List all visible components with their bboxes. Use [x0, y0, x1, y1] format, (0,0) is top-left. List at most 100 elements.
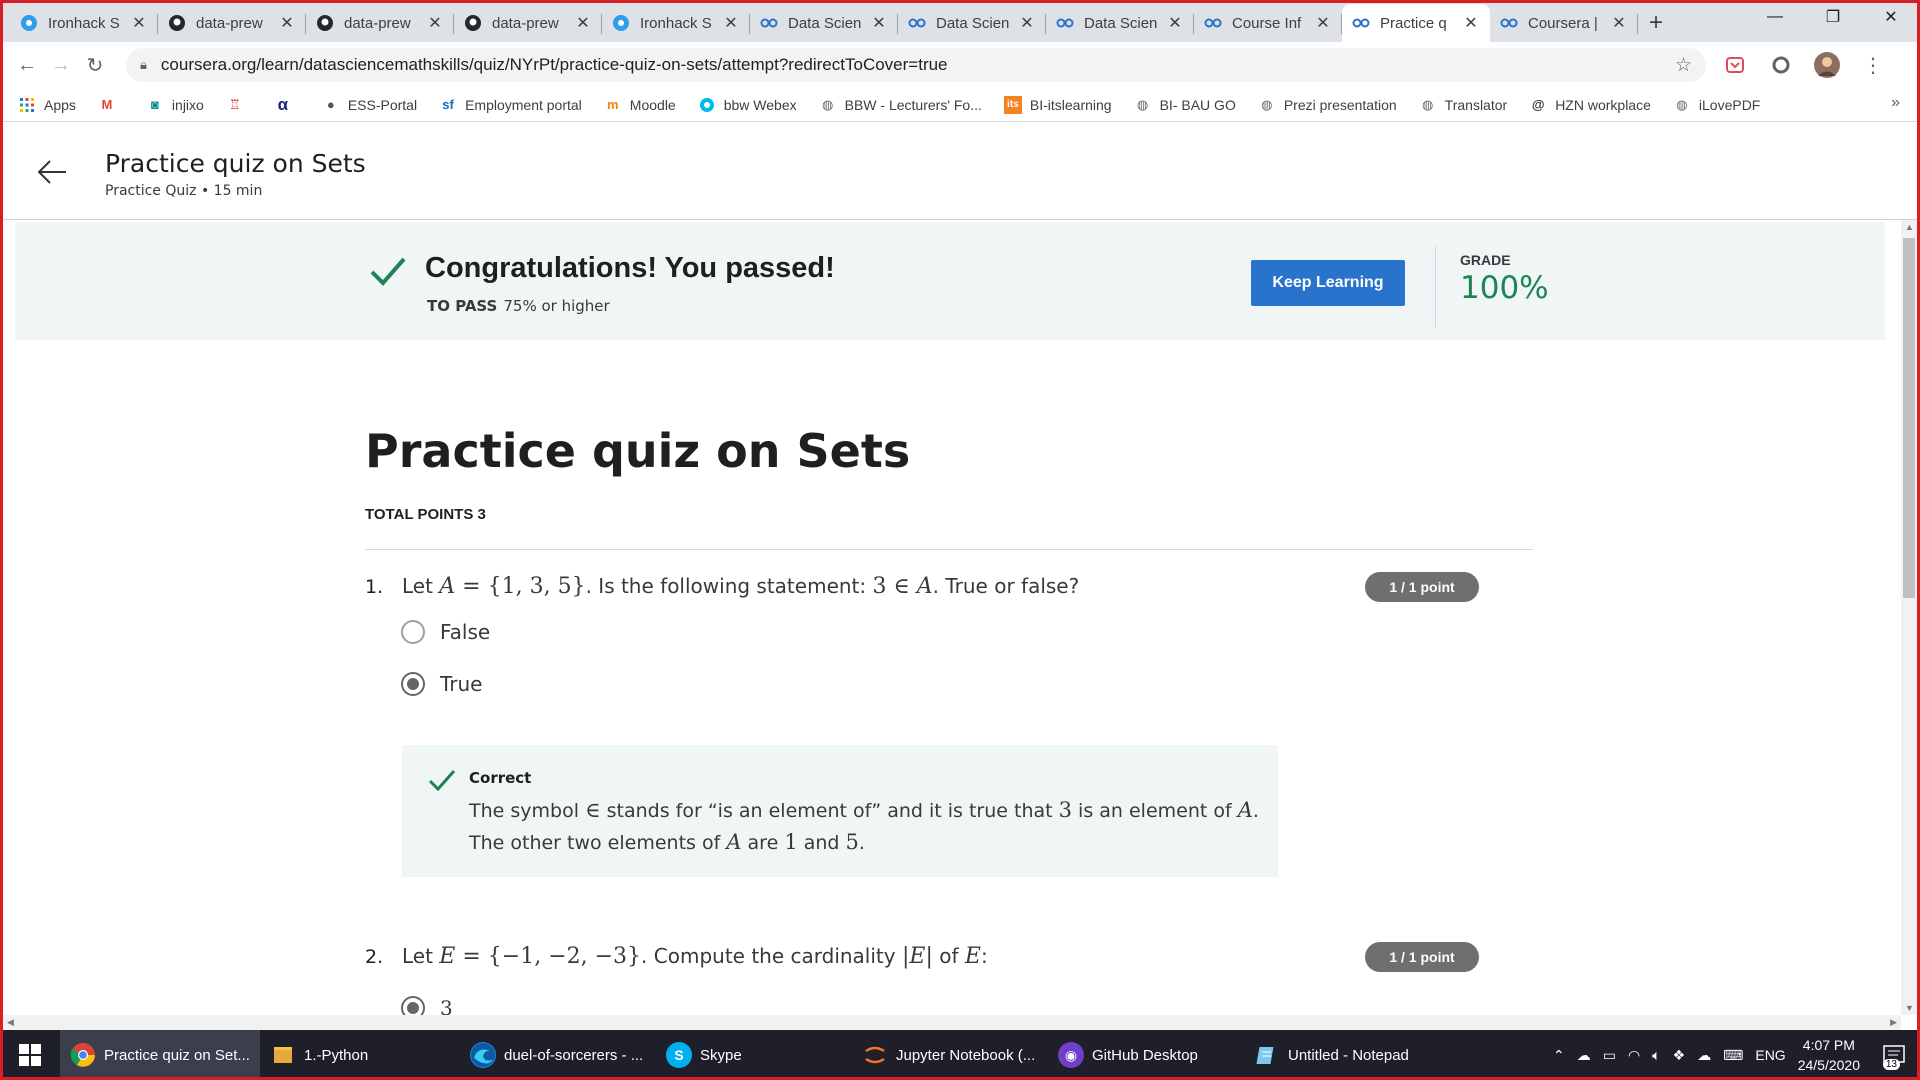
close-icon[interactable]: ✕ [1314, 13, 1332, 33]
dropbox-icon[interactable]: ❖ [1673, 1047, 1686, 1064]
bookmark-bbw-lecturers[interactable]: ◍ BBW - Lecturers' Fo... [819, 96, 982, 114]
taskbar-github-desktop[interactable]: ◉ GitHub Desktop [1048, 1030, 1244, 1080]
back-icon[interactable]: ← [10, 48, 44, 82]
restore-icon[interactable]: ❐ [1804, 0, 1862, 34]
vertical-scrollbar[interactable]: ▲ ▼ [1901, 220, 1917, 1015]
question-number: 2. [365, 946, 384, 968]
taskbar-notepad[interactable]: Untitled - Notepad [1244, 1030, 1440, 1080]
scroll-right-icon[interactable]: ▶ [1890, 1017, 1897, 1028]
avatar[interactable] [1810, 48, 1844, 82]
bookmark-bi-bau-go[interactable]: ◍ BI- BAU GO [1134, 96, 1236, 114]
scroll-down-icon[interactable]: ▼ [1905, 1003, 1914, 1013]
bookmark-webex[interactable]: bbw Webex [698, 96, 797, 114]
taskbar-folder[interactable]: 1.-Python [260, 1030, 460, 1080]
radio-button-selected[interactable] [401, 672, 425, 696]
bookmark-label: bbw Webex [723, 96, 797, 113]
checkmark-icon [370, 256, 406, 291]
close-icon[interactable]: ✕ [1018, 13, 1036, 33]
bookmark-injixo[interactable]: ◙ injixo [146, 96, 204, 114]
tab[interactable]: Ironhack S ✕ [602, 4, 750, 42]
tab[interactable]: data-prew ✕ [306, 4, 454, 42]
bookmark-moodle[interactable]: m Moodle [604, 96, 676, 114]
tab[interactable]: data-prew ✕ [454, 4, 602, 42]
pocket-extension-icon[interactable] [1718, 48, 1752, 82]
tab[interactable]: Course Inf ✕ [1194, 4, 1342, 42]
notifications-icon[interactable]: 13 [1880, 1040, 1910, 1070]
option-partial[interactable]: 3 [401, 996, 453, 1015]
close-icon[interactable]: ✕ [574, 13, 592, 33]
address-bar[interactable]: 🔒︎ coursera.org/learn/datasciencemathski… [126, 48, 1706, 82]
scroll-left-icon[interactable]: ◀ [7, 1017, 14, 1028]
q-text: . True or false? [932, 574, 1080, 598]
chevron-up-icon[interactable]: ⌃ [1553, 1047, 1565, 1064]
cloud-upload-icon[interactable]: ☁ [1697, 1047, 1711, 1064]
close-icon[interactable]: ✕ [130, 13, 148, 33]
bookmark-star-icon[interactable]: ☆ [1675, 54, 1692, 77]
bookmark-ess-portal[interactable]: ● ESS-Portal [322, 96, 417, 114]
tab-active[interactable]: Practice q ✕ [1342, 4, 1490, 42]
fb-text: The symbol [469, 800, 586, 822]
bookmark-sparkasse[interactable]: ♖ [226, 96, 252, 114]
fb-text: are [741, 832, 785, 854]
wifi-icon[interactable]: ◠ [1628, 1047, 1640, 1064]
menu-icon[interactable]: ⋮ [1856, 48, 1890, 82]
tab[interactable]: Data Scien ✕ [1046, 4, 1194, 42]
bookmark-gmail[interactable]: M [98, 96, 124, 114]
radio-button-selected[interactable] [401, 996, 425, 1015]
language-indicator[interactable]: ENG [1755, 1047, 1785, 1063]
fb-text: . [1252, 800, 1259, 822]
radio-button[interactable] [401, 620, 425, 644]
clock[interactable]: 4:07 PM 24/5/2020 [1798, 1035, 1860, 1075]
close-icon[interactable]: ✕ [1166, 13, 1184, 33]
result-banner: Congratulations! You passed! TO PASS 75% … [15, 222, 1885, 340]
new-tab-button[interactable]: + [1638, 4, 1674, 42]
bookmark-apps[interactable]: Apps [18, 96, 76, 114]
onedrive-icon[interactable]: ☁ [1577, 1047, 1591, 1064]
bookmark-alpha[interactable]: α [274, 95, 300, 114]
q-math: E [439, 944, 456, 969]
bookmark-ilovepdf[interactable]: ◍ iLovePDF [1673, 96, 1760, 114]
bookmark-bi-itslearning[interactable]: its BI-itslearning [1003, 95, 1112, 114]
bookmark-label: Employment portal [465, 96, 582, 113]
scrollbar-thumb[interactable] [1903, 238, 1915, 598]
bookmark-prezi[interactable]: ◍ Prezi presentation [1258, 96, 1397, 114]
close-window-icon[interactable]: ✕ [1862, 0, 1920, 34]
windows-start-icon[interactable] [0, 1030, 60, 1080]
tab[interactable]: Coursera | ✕ [1490, 4, 1638, 42]
keep-learning-button[interactable]: Keep Learning [1251, 260, 1405, 306]
close-icon[interactable]: ✕ [1462, 13, 1480, 33]
tab[interactable]: Data Scien ✕ [750, 4, 898, 42]
keyboard-icon[interactable]: ⌨ [1723, 1047, 1743, 1064]
taskbar-jupyter[interactable]: Jupyter Notebook (... [852, 1030, 1048, 1080]
bookmark-label: Prezi presentation [1283, 96, 1397, 113]
bookmark-employment-portal[interactable]: sf Employment portal [439, 96, 582, 114]
extension-circle-icon[interactable] [1764, 48, 1798, 82]
close-icon[interactable]: ✕ [722, 13, 740, 33]
more-bookmarks-icon[interactable]: » [1891, 94, 1900, 112]
taskbar-chrome[interactable]: Practice quiz on Set... [60, 1030, 260, 1080]
tab[interactable]: data-prew ✕ [158, 4, 306, 42]
close-icon[interactable]: ✕ [278, 13, 296, 33]
volume-icon[interactable]: 🔈︎ [1652, 1047, 1660, 1064]
close-icon[interactable]: ✕ [1610, 13, 1628, 33]
bookmark-hzn-workplace[interactable]: @ HZN workplace [1529, 96, 1651, 114]
close-icon[interactable]: ✕ [870, 13, 888, 33]
reload-icon[interactable]: ↻ [78, 48, 112, 82]
minimize-icon[interactable]: — [1746, 0, 1804, 34]
taskbar-edge[interactable]: duel-of-sorcerers - ... [460, 1030, 656, 1080]
horizontal-scrollbar[interactable]: ◀ ▶ [3, 1015, 1901, 1030]
tab[interactable]: Data Scien ✕ [898, 4, 1046, 42]
option-label: False [440, 620, 491, 644]
scroll-up-icon[interactable]: ▲ [1905, 222, 1914, 232]
bookmark-label: HZN workplace [1555, 96, 1651, 113]
main-content: Congratulations! You passed! TO PASS 75% … [3, 220, 1901, 1015]
option-false[interactable]: False [401, 620, 490, 644]
forward-icon[interactable]: → [44, 48, 78, 82]
close-icon[interactable]: ✕ [426, 13, 444, 33]
back-arrow-icon[interactable] [36, 156, 68, 188]
battery-icon[interactable]: ▭ [1603, 1047, 1616, 1064]
bookmark-translator[interactable]: ◍ Translator [1419, 96, 1507, 114]
tab[interactable]: Ironhack S ✕ [10, 4, 158, 42]
option-true[interactable]: True [401, 672, 482, 696]
taskbar-skype[interactable]: S Skype [656, 1030, 852, 1080]
